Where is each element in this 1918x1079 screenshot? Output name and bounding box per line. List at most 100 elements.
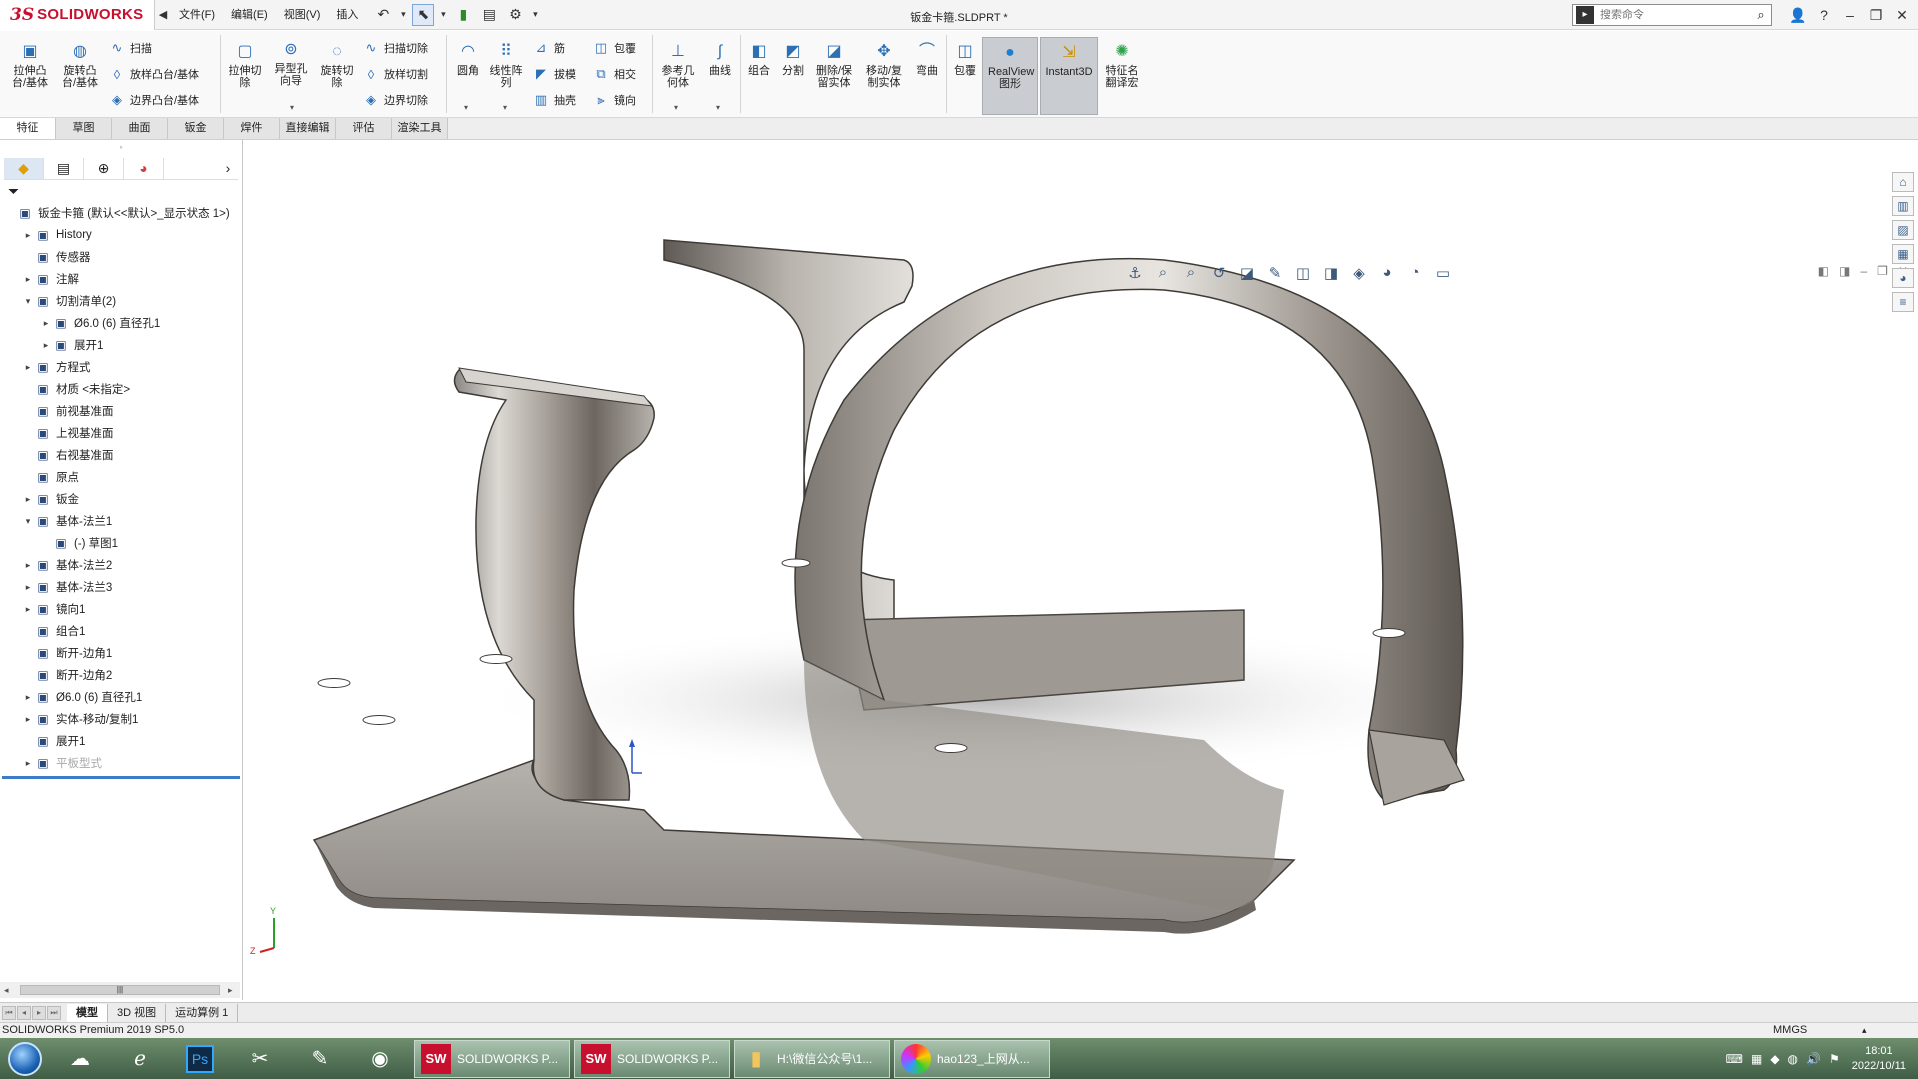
- tree-item[interactable]: ▣ 原点: [0, 466, 242, 488]
- rebuild-icon[interactable]: ▮: [452, 4, 474, 26]
- tree-item[interactable]: ▸ ▣ History: [0, 224, 242, 246]
- menu-edit[interactable]: 编辑(E): [223, 0, 276, 30]
- search-input[interactable]: [1594, 9, 1751, 21]
- tree-item[interactable]: ▸ ▣ 平板型式: [0, 752, 242, 774]
- boundary-boss-button[interactable]: ◈ 边界凸台/基体: [108, 91, 199, 109]
- select-icon[interactable]: ⬉: [412, 3, 435, 26]
- keyboard-icon[interactable]: ⌨: [1726, 1052, 1743, 1066]
- tree-rollback-bar[interactable]: [2, 776, 240, 779]
- menu-view[interactable]: 视图(V): [276, 0, 329, 30]
- delete-keep-body-button[interactable]: ◪ 删除/保留实体: [812, 41, 856, 90]
- view-cube-icon[interactable]: ◫: [1292, 264, 1314, 282]
- tab-weldments[interactable]: 焊件: [224, 118, 280, 139]
- tree-item[interactable]: ▣ 断开-边角2: [0, 664, 242, 686]
- tree-item[interactable]: ▣ 右视基准面: [0, 444, 242, 466]
- security-icon[interactable]: ◆: [1770, 1052, 1779, 1066]
- tree-item[interactable]: ▸ ▣ 方程式: [0, 356, 242, 378]
- dynamic-annotation-icon[interactable]: ✎: [1264, 264, 1286, 282]
- tree-item[interactable]: ▸ ▣ 注解: [0, 268, 242, 290]
- shell-button[interactable]: ▥ 抽壳: [532, 91, 576, 109]
- tab-motion-study[interactable]: 运动算例 1: [166, 1003, 239, 1022]
- unit-system[interactable]: MMGS: [1773, 1023, 1807, 1038]
- taskbar-clock[interactable]: 18:01 2022/10/11: [1852, 1044, 1906, 1074]
- expand-toggle-icon[interactable]: ▸: [22, 714, 34, 725]
- sweep-cut-button[interactable]: ∿ 扫描切除: [362, 39, 428, 57]
- configuration-manager-tab-icon[interactable]: ⊕: [84, 158, 124, 179]
- section-view-icon[interactable]: ◪: [1236, 264, 1258, 282]
- rib-button[interactable]: ⊿ 筋: [532, 39, 565, 57]
- tree-item[interactable]: ▣ 上视基准面: [0, 422, 242, 444]
- feature-translate-button[interactable]: ✺ 特征名翻译宏: [1102, 41, 1142, 90]
- revolve-boss-button[interactable]: ◍ 旋转凸台/基体: [58, 41, 102, 90]
- scrollbar-thumb[interactable]: |||: [20, 985, 220, 995]
- tree-item[interactable]: ▸ ▣ 展开1: [0, 334, 242, 356]
- extrude-cut-button[interactable]: ▢ 拉伸切除: [226, 41, 264, 90]
- file-properties-icon[interactable]: ▤: [478, 4, 500, 26]
- reference-geometry-button[interactable]: ⊥ 参考几何体: [658, 41, 698, 90]
- flex-button[interactable]: ⌒ 弯曲: [912, 41, 942, 78]
- scroll-right-icon[interactable]: ▸: [228, 985, 233, 996]
- solidworks-resources-icon[interactable]: ⌂: [1892, 172, 1914, 192]
- design-library-icon[interactable]: ▥: [1892, 196, 1914, 216]
- menu-file[interactable]: 文件(F): [171, 0, 223, 30]
- tab-sheet-metal[interactable]: 钣金: [168, 118, 224, 139]
- view-orientation-icon[interactable]: ⚓: [1124, 264, 1146, 282]
- combine-button[interactable]: ◧ 组合: [744, 41, 774, 78]
- unit-dropdown-icon[interactable]: ▴: [1862, 1023, 1867, 1038]
- hole-wizard-button[interactable]: ⊚ 异型孔向导: [270, 39, 312, 88]
- first-tab-icon[interactable]: ⏮: [2, 1005, 16, 1020]
- tree-item[interactable]: ▣ 材质 <未指定>: [0, 378, 242, 400]
- split-button[interactable]: ◩ 分割: [778, 41, 808, 78]
- last-tab-icon[interactable]: ⏭: [47, 1005, 61, 1020]
- taskbar-item-browser[interactable]: hao123_上网从...: [894, 1039, 1050, 1078]
- vp-minimize-icon[interactable]: –: [1860, 264, 1867, 278]
- revolve-cut-button[interactable]: ◌ 旋转切除: [318, 41, 356, 90]
- tree-item[interactable]: ▣ 组合1: [0, 620, 242, 642]
- boundary-cut-button[interactable]: ◈ 边界切除: [362, 91, 428, 109]
- expand-toggle-icon[interactable]: ▸: [22, 274, 34, 285]
- tree-item[interactable]: ▸ ▣ 钣金: [0, 488, 242, 510]
- tab-direct-editing[interactable]: 直接编辑: [280, 118, 336, 139]
- close-icon[interactable]: ✕: [1890, 7, 1914, 24]
- tab-sketch[interactable]: 草图: [56, 118, 112, 139]
- network-icon[interactable]: ▦: [1751, 1052, 1762, 1066]
- apply-scene-icon[interactable]: ◔: [1404, 264, 1426, 282]
- expand-toggle-icon[interactable]: ▸: [22, 692, 34, 703]
- expand-toggle-icon[interactable]: ▸: [40, 318, 52, 329]
- baidu-netdisk-icon[interactable]: ☁: [50, 1038, 110, 1079]
- feature-manager-tab-icon[interactable]: ◆: [4, 158, 44, 179]
- panel-grip-icon[interactable]: ◦: [0, 140, 242, 158]
- zoom-to-fit-icon[interactable]: ⌕: [1152, 264, 1174, 282]
- restore-icon[interactable]: ❐: [1864, 7, 1888, 24]
- tree-item[interactable]: ▸ ▣ Ø6.0 (6) 直径孔1: [0, 686, 242, 708]
- vp-restore-icon[interactable]: ❐: [1877, 264, 1888, 278]
- realview-button[interactable]: ● RealView图形: [982, 37, 1038, 115]
- ie-browser-icon[interactable]: ℯ: [110, 1038, 170, 1079]
- tree-item[interactable]: ▾ ▣ 基体-法兰1: [0, 510, 242, 532]
- expand-toggle-icon[interactable]: ▸: [22, 494, 34, 505]
- move-copy-body-button[interactable]: ✥ 移动/复制实体: [862, 41, 906, 90]
- command-search-icon[interactable]: ▸: [1576, 6, 1594, 24]
- help-icon[interactable]: ?: [1812, 7, 1836, 23]
- search-command-box[interactable]: ▸ ⌕: [1572, 4, 1772, 26]
- magnifier-icon[interactable]: ⌕: [1751, 7, 1771, 23]
- ok-app-icon[interactable]: ◉: [350, 1038, 410, 1079]
- tree-item[interactable]: ▣ 传感器: [0, 246, 242, 268]
- display-manager-tab-icon[interactable]: ◕: [124, 158, 164, 179]
- volume-icon[interactable]: 🔊: [1806, 1052, 1821, 1066]
- feature-tree-scrollbar[interactable]: ◂ ||| ▸: [0, 982, 240, 998]
- view-palette-icon[interactable]: ▦: [1892, 244, 1914, 264]
- intersect-button[interactable]: ⧉ 相交: [592, 65, 636, 83]
- expand-toggle-icon[interactable]: ▸: [22, 362, 34, 373]
- loft-button[interactable]: ◊ 放样凸台/基体: [108, 65, 199, 83]
- minimize-icon[interactable]: –: [1838, 7, 1862, 23]
- vp-tile2-icon[interactable]: ◨: [1839, 264, 1850, 278]
- taskbar-item-explorer[interactable]: ▮ H:\微信公众号\1...: [734, 1039, 890, 1078]
- tab-features[interactable]: 特征: [0, 118, 56, 139]
- tree-item[interactable]: ▸ ▣ 基体-法兰3: [0, 576, 242, 598]
- prev-tab-icon[interactable]: ◂: [17, 1005, 31, 1020]
- undo-icon[interactable]: ↶: [372, 4, 394, 26]
- file-explorer-icon[interactable]: ▨: [1892, 220, 1914, 240]
- menu-toggle-icon[interactable]: ◀: [155, 8, 171, 21]
- curves-button[interactable]: ∫ 曲线: [704, 41, 736, 78]
